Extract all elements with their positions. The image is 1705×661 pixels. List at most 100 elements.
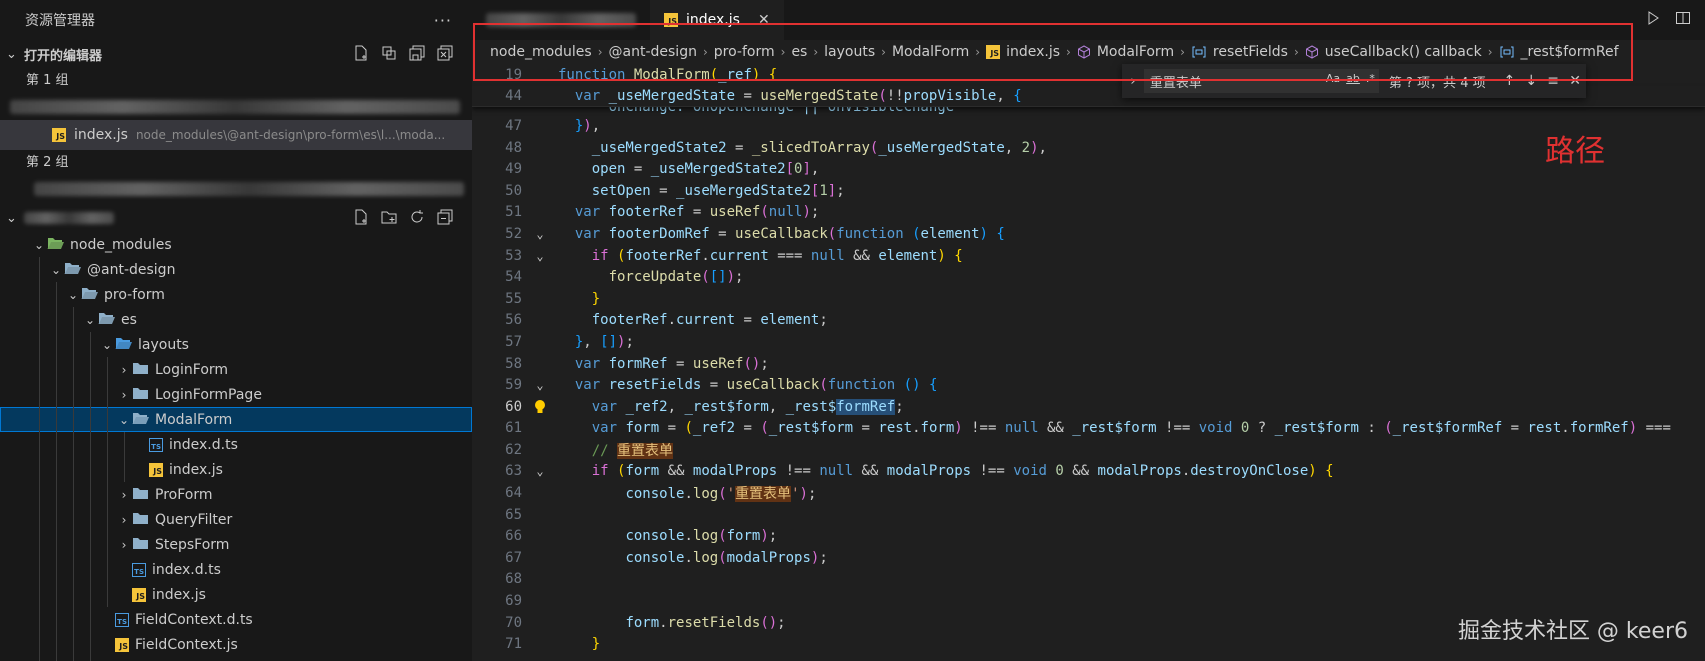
- open-editor-index-js[interactable]: JS index.js node_modules\@ant-design\pro…: [0, 120, 472, 150]
- editor-area: JS index.js ✕ node_modules › @ant-design › p…: [472, 0, 1705, 661]
- blurred-editor-row-2[interactable]: [0, 176, 472, 202]
- more-icon[interactable]: ···: [434, 11, 452, 30]
- code-line: 65: [505, 506, 522, 523]
- tree-item-label: ModalForm: [155, 411, 233, 428]
- tree-item[interactable]: JS index.js: [0, 457, 472, 482]
- code-line: 60 var _ref2, _rest$form, _rest$formRef;: [505, 398, 904, 415]
- folder-open-icon: [132, 411, 149, 429]
- toggle-vertical-layout-icon[interactable]: [380, 44, 398, 62]
- tree-item[interactable]: TS index.d.ts: [0, 432, 472, 457]
- open-editors-section-header[interactable]: ⌄ 打开的编辑器: [0, 40, 472, 68]
- folder-open-icon: [115, 336, 132, 354]
- annotation-highlight-box: [473, 23, 1633, 81]
- chevron-right-icon: ›: [121, 387, 127, 402]
- tree-item[interactable]: JS FieldContext.js: [0, 632, 472, 657]
- code-view[interactable]: 19 function ModalForm(_ref) { 44 var _use…: [472, 64, 1705, 661]
- code-line: 68: [505, 571, 522, 588]
- tree-item-label: es: [121, 311, 137, 328]
- editor-group-1-label[interactable]: 第 1 组: [0, 68, 472, 94]
- folder-open-icon: [98, 311, 115, 329]
- code-line: 50 setOpen = _useMergedState2[1];: [505, 182, 845, 199]
- ts-file-icon: TS: [132, 562, 146, 577]
- new-untitled-file-icon[interactable]: [352, 44, 370, 62]
- open-editor-file-path: node_modules\@ant-design\pro-form\es\l..…: [135, 128, 446, 142]
- tree-item-label: index.d.ts: [169, 436, 238, 453]
- tree-item[interactable]: ⌄ ModalForm: [0, 407, 472, 432]
- blurred-folder-name: [24, 212, 114, 224]
- lightbulb-icon[interactable]: [522, 399, 558, 415]
- new-file-icon[interactable]: [352, 208, 370, 226]
- code-line: 51 var footerRef = useRef(null);: [505, 204, 820, 221]
- tree-item[interactable]: ⌄ layouts: [0, 332, 472, 357]
- tree-item-label: index.js: [169, 461, 223, 478]
- tree-item[interactable]: TS FieldContext.d.ts: [0, 607, 472, 632]
- collapse-all-icon[interactable]: [436, 208, 454, 226]
- open-editor-file-name: index.js: [74, 127, 128, 143]
- split-editor-icon[interactable]: [1675, 10, 1691, 30]
- code-line: 62 // 重置表单: [505, 441, 674, 459]
- file-tree: ⌄ node_modules ⌄ @ant-design ⌄ pro-form ⌄ es ⌄ la…: [0, 232, 472, 661]
- tree-item[interactable]: TS index.d.ts: [0, 557, 472, 582]
- code-line: 69: [505, 593, 522, 610]
- chevron-right-icon: ›: [121, 362, 127, 377]
- tree-item[interactable]: ⌄ es: [0, 307, 472, 332]
- editor-group-2-label[interactable]: 第 2 组: [0, 150, 472, 176]
- folder-open-icon: [47, 236, 64, 254]
- ts-file-icon: TS: [115, 612, 129, 627]
- code-line: 53 ⌄ if (footerRef.current === null && el…: [505, 247, 963, 264]
- tree-item[interactable]: ⌄ @ant-design: [0, 257, 472, 282]
- tree-item[interactable]: › QueryFilter: [0, 507, 472, 532]
- tree-item-label: QueryFilter: [155, 511, 233, 528]
- tree-item[interactable]: › ProForm: [0, 482, 472, 507]
- chevron-right-icon: ›: [121, 537, 127, 552]
- code-line: 66 console.log(form);: [505, 528, 778, 545]
- tree-item[interactable]: › StepsForm: [0, 532, 472, 557]
- folder-section-header[interactable]: ⌄: [0, 204, 472, 232]
- js-file-icon: JS: [52, 128, 66, 142]
- folder-open-icon: [81, 286, 98, 304]
- tree-item[interactable]: ⌄ pro-form: [0, 282, 472, 307]
- tree-item-label: LoginForm: [155, 361, 229, 378]
- code-line: 59 ⌄ var resetFields = useCallback(functi…: [505, 377, 938, 394]
- chevron-down-icon: ⌄: [33, 237, 45, 252]
- ts-file-icon: TS: [149, 437, 163, 452]
- tree-item[interactable]: TSindex.d.ts: [0, 657, 472, 661]
- tree-item[interactable]: JS index.js: [0, 582, 472, 607]
- code-line: 48 _useMergedState2 = _slicedToArray(_us…: [505, 139, 1047, 156]
- folder-icon: [132, 511, 149, 529]
- code-line: 61 var form = (_ref2 = (_rest$form = res…: [505, 420, 1671, 437]
- chevron-down-icon: ⌄: [6, 210, 17, 226]
- chevron-down-icon: ⌄: [118, 412, 130, 427]
- folder-open-icon: [64, 261, 81, 279]
- explorer-header: 资源管理器 ···: [0, 0, 472, 40]
- tree-item[interactable]: ⌄ node_modules: [0, 232, 472, 257]
- tree-item[interactable]: › LoginFormPage: [0, 382, 472, 407]
- code-line: 52 ⌄ var footerDomRef = useCallback(funct…: [505, 225, 1005, 242]
- code-line: 47 }),: [505, 117, 601, 134]
- chevron-down-icon: ⌄: [101, 337, 113, 352]
- blurred-editor-row[interactable]: [0, 94, 472, 120]
- folder-icon: [132, 386, 149, 404]
- explorer-sidebar: 资源管理器 ··· ⌄ 打开的编辑器 第 1 组 JS index.js nod…: [0, 0, 472, 661]
- code-line: 64 console.log('重置表单');: [505, 485, 817, 503]
- save-all-icon[interactable]: [408, 44, 426, 62]
- tree-item[interactable]: › LoginForm: [0, 357, 472, 382]
- refresh-icon[interactable]: [408, 208, 426, 226]
- new-folder-icon[interactable]: [380, 208, 398, 226]
- close-all-editors-icon[interactable]: [436, 44, 454, 62]
- watermark: 掘金技术社区 @ keer6: [1457, 619, 1688, 644]
- code-line: 63 ⌄ if (form && modalProps !== null && m…: [505, 463, 1334, 480]
- explorer-title: 资源管理器: [25, 13, 95, 29]
- chevron-down-icon: ⌄: [6, 46, 17, 62]
- tree-item-label: @ant-design: [87, 261, 176, 278]
- run-icon[interactable]: [1645, 10, 1661, 30]
- code-line: onChange: onOpenChange || onVisibleChang…: [558, 107, 955, 116]
- tree-item-label: index.d.ts: [152, 561, 221, 578]
- tree-item-label: StepsForm: [155, 536, 230, 553]
- code-line: 49 open = _useMergedState2[0],: [505, 161, 820, 178]
- chevron-right-icon: ›: [121, 512, 127, 527]
- js-file-icon: JS: [149, 462, 163, 477]
- tree-item-label: pro-form: [104, 286, 165, 303]
- open-editors-label: 打开的编辑器: [24, 48, 103, 64]
- tree-item-label: LoginFormPage: [155, 386, 262, 403]
